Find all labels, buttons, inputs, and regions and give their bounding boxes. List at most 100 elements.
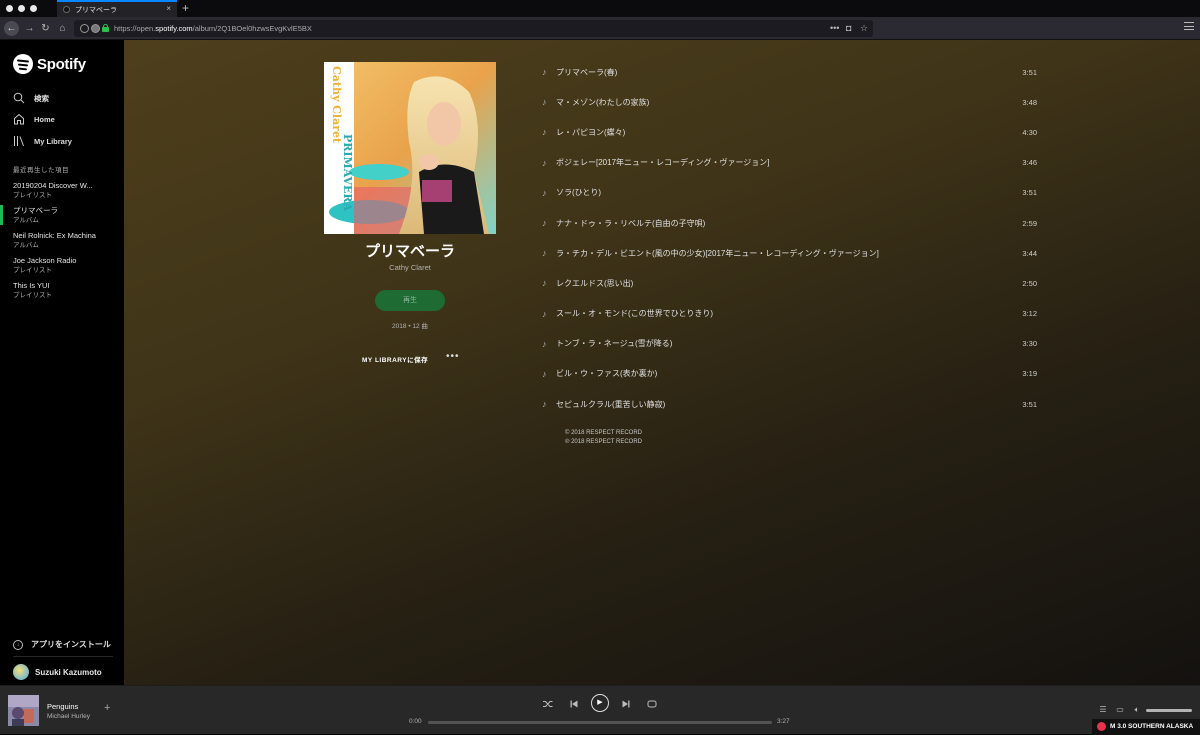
sidebar-item-label: 検索 [34, 93, 49, 103]
add-to-library-icon[interactable]: + [104, 702, 110, 714]
install-app-button[interactable]: ↓ アプリをインストール [13, 639, 111, 650]
track-duration: 3:46 [1022, 158, 1037, 168]
shuffle-icon[interactable] [540, 696, 556, 712]
track-duration: 3:44 [1022, 248, 1037, 258]
track-row[interactable]: ♪ レ・パピヨン(蝶々) 4:30 [542, 117, 1037, 147]
recent-item-title: Joe Jackson Radio [13, 256, 77, 265]
earthquake-alert-widget[interactable]: M 3.0 SOUTHERN ALASKA [1092, 719, 1200, 735]
recent-item[interactable]: Neil Rolnick: Ex Machina アルバム [13, 231, 118, 251]
page-actions-icon[interactable]: ••• [830, 20, 839, 37]
track-list: ♪ プリマベーラ(春) 3:51 ♪ マ・メゾン(わたしの家族) 3:48 ♪ レ・パピヨ… [542, 57, 1037, 419]
music-note-icon: ♪ [542, 127, 547, 138]
now-playing-artist[interactable]: Michael Hurley [47, 713, 90, 720]
info-icon[interactable] [80, 24, 89, 33]
recent-item[interactable]: プリマベーラ アルバム [13, 206, 118, 226]
spotify-wordmark: Spotify [37, 55, 86, 73]
search-icon [13, 92, 25, 104]
next-track-icon[interactable] [618, 696, 634, 712]
copyright-notice: © 2018 RESPECT RECORD ℗ 2018 RESPECT REC… [565, 429, 642, 446]
track-row[interactable]: ♪ ナナ・ドゥ・ラ・リベルテ(自由の子守唄) 2:59 [542, 208, 1037, 238]
album-meta: 2018 • 12 曲 [392, 323, 428, 330]
track-row[interactable]: ♪ プリマベーラ(春) 3:51 [542, 57, 1037, 87]
track-row[interactable]: ♪ マ・メゾン(わたしの家族) 3:48 [542, 87, 1037, 117]
track-duration: 2:59 [1022, 218, 1037, 228]
sidebar-item-home[interactable]: Home [13, 112, 55, 126]
track-name: レ・パピヨン(蝶々) [556, 127, 626, 137]
devices-icon[interactable]: ▭ [1114, 704, 1126, 716]
url-prefix: https://open. [114, 24, 156, 33]
spotify-logo-icon [13, 54, 33, 74]
music-note-icon: ♪ [542, 308, 547, 319]
queue-icon[interactable]: ☰ [1097, 704, 1109, 716]
track-row[interactable]: ♪ ラ・チカ・デル・ビエント(風の中の少女)[2017年ニュー・レコーディング・ヴ… [542, 238, 1037, 268]
track-duration: 3:30 [1022, 339, 1037, 349]
total-time: 3:27 [777, 718, 790, 725]
track-row[interactable]: ♪ ソラ(ひとり) 3:51 [542, 178, 1037, 208]
volume-slider[interactable] [1146, 709, 1192, 712]
reload-icon[interactable]: ↻ [38, 21, 53, 36]
window-minimize-button[interactable] [18, 5, 25, 12]
user-profile[interactable]: Suzuki Kazumoto [13, 664, 102, 680]
recent-item[interactable]: Joe Jackson Radio プレイリスト [13, 256, 118, 276]
track-row[interactable]: ♪ スール・オ・モンド(この世界でひとりきり) 3:12 [542, 299, 1037, 329]
hamburger-menu-icon[interactable] [1184, 22, 1194, 30]
recent-item[interactable]: This Is YUI プレイリスト [13, 281, 118, 301]
window-close-button[interactable] [6, 5, 13, 12]
pocket-icon[interactable]: ◘ [846, 20, 851, 37]
back-arrow-icon[interactable]: ← [4, 21, 19, 36]
play-button[interactable]: 再生 [375, 290, 445, 311]
music-note-icon: ♪ [542, 278, 547, 289]
track-row[interactable]: ♪ ビル・ウ・ファス(表か裏か) 3:19 [542, 359, 1037, 389]
progress-bar[interactable] [428, 721, 772, 724]
recent-item-title: Neil Rolnick: Ex Machina [13, 231, 96, 240]
track-row[interactable]: ♪ セピュルクラル(重苦しい静寂) 3:51 [542, 389, 1037, 419]
track-name: プリマベーラ(春) [556, 67, 618, 77]
music-note-icon: ♪ [542, 399, 547, 410]
recent-item[interactable]: 20190204 Discover W... プレイリスト [13, 181, 118, 201]
new-tab-button[interactable]: + [182, 1, 189, 15]
track-row[interactable]: ♪ ボジェレー[2017年ニュー・レコーディング・ヴァージョン] 3:46 [542, 148, 1037, 178]
track-name: セピュルクラル(重苦しい静寂) [556, 399, 666, 409]
album-artist-link[interactable]: Cathy Claret [324, 263, 496, 272]
recent-item-title: プリマベーラ [13, 206, 58, 215]
previous-track-icon[interactable] [566, 696, 582, 712]
track-name: ラ・チカ・デル・ビエント(風の中の少女)[2017年ニュー・レコーディング・ヴァ… [556, 248, 879, 258]
music-note-icon: ♪ [542, 338, 547, 349]
track-row[interactable]: ♪ トンブ・ラ・ネージュ(雪が降る) 3:30 [542, 329, 1037, 359]
repeat-icon[interactable] [644, 696, 660, 712]
more-options-button[interactable]: ••• [446, 351, 460, 362]
play-pause-button[interactable]: ▶ [591, 694, 609, 712]
track-duration: 3:51 [1022, 67, 1037, 77]
url-bar[interactable]: https://open.spotify.com/album/2Q1BOel0h… [74, 20, 873, 37]
sidebar-item-library[interactable]: My Library [13, 134, 72, 148]
save-to-library-button[interactable]: MY LIBRARYに保存 [362, 354, 428, 364]
home-icon [13, 113, 25, 125]
active-item-indicator [0, 205, 3, 225]
track-row[interactable]: ♪ レクエルドス(思い出) 2:50 [542, 268, 1037, 298]
home-icon[interactable]: ⌂ [55, 21, 70, 36]
browser-toolbar: ← → ↻ ⌂ https://open.spotify.com/album/2… [0, 17, 1200, 40]
window-zoom-button[interactable] [30, 5, 37, 12]
lock-icon [102, 24, 109, 32]
bookmark-star-icon[interactable]: ☆ [860, 20, 868, 37]
sidebar: Spotify 検索 Home My Library 最近再生した項目 2019… [0, 40, 124, 685]
track-name: ボジェレー[2017年ニュー・レコーディング・ヴァージョン] [556, 158, 770, 168]
tab-close-icon[interactable]: × [166, 4, 171, 13]
tracking-protection-icon[interactable] [91, 24, 100, 33]
volume-icon[interactable]: 🔈︎ [1131, 704, 1143, 716]
now-playing-cover[interactable] [8, 695, 39, 726]
cover-album-text: PRIMAVERA [341, 134, 354, 212]
sidebar-item-label: My Library [34, 136, 72, 146]
album-cover[interactable]: Cathy Claret PRIMAVERA [324, 62, 496, 234]
sidebar-item-search[interactable]: 検索 [13, 91, 49, 105]
browser-tab-bar: プリマベーラ × + [0, 0, 1200, 17]
sidebar-item-label: Home [34, 114, 55, 124]
track-duration: 3:48 [1022, 97, 1037, 107]
recent-item-type: プレイリスト [13, 192, 52, 199]
forward-arrow-icon[interactable]: → [22, 21, 37, 36]
browser-tab[interactable]: プリマベーラ × [57, 0, 177, 17]
copyright-line: © 2018 RESPECT RECORD [565, 430, 643, 436]
spotify-logo[interactable]: Spotify [13, 53, 86, 75]
track-duration: 3:12 [1022, 309, 1037, 319]
now-playing-title[interactable]: Penguins [47, 702, 78, 711]
